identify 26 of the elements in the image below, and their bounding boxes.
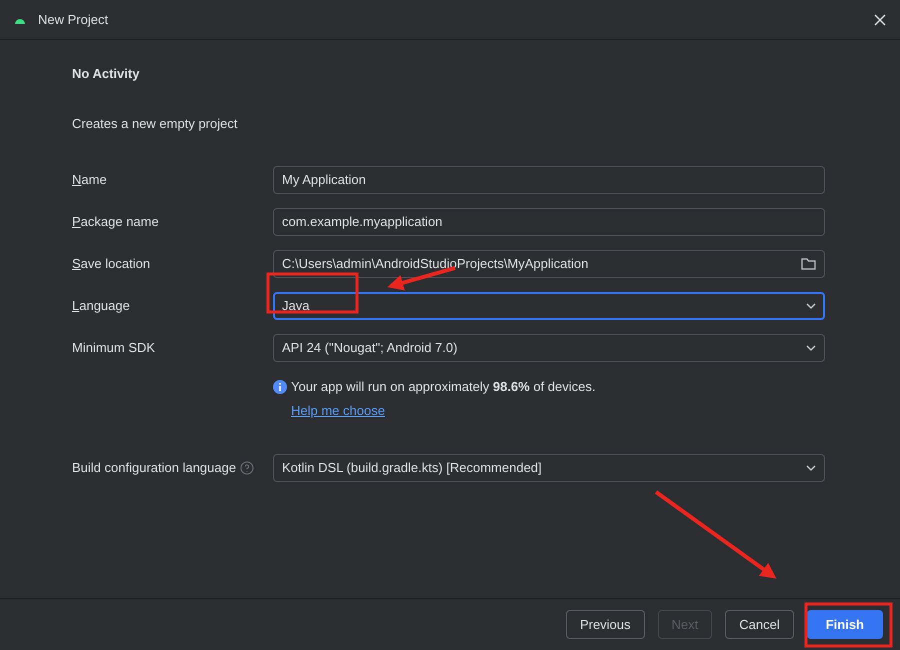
path-field[interactable]: C:\Users\admin\AndroidStudioProjects\MyApplication <box>273 250 825 278</box>
dialog-button[interactable]: Previous <box>566 610 645 639</box>
folder-icon <box>801 258 816 270</box>
text-field[interactable]: My Application <box>273 166 825 194</box>
close-button[interactable] <box>872 12 888 28</box>
dialog-button[interactable]: Finish <box>806 610 883 639</box>
chevron-down-icon <box>806 465 816 471</box>
info-icon <box>273 380 287 394</box>
field-label: Save location <box>72 255 150 274</box>
template-description: Creates a new empty project <box>72 114 238 133</box>
text-field[interactable]: com.example.myapplication <box>273 208 825 236</box>
info-text: Your app will run on approximately 98.6% of devices. <box>291 378 596 396</box>
field-label: Package name <box>72 213 159 232</box>
field-label: Build configuration language <box>72 459 236 478</box>
dropdown[interactable]: Java <box>273 292 825 320</box>
chevron-down-icon <box>806 345 816 351</box>
dialog-button[interactable]: Cancel <box>725 610 794 639</box>
template-title: No Activity <box>72 65 140 83</box>
field-label: Minimum SDK <box>72 339 156 358</box>
field-label: Language <box>72 297 130 316</box>
dropdown[interactable]: Kotlin DSL (build.gradle.kts) [Recommended] <box>273 454 825 482</box>
field-label: Name <box>72 171 107 190</box>
dropdown[interactable]: API 24 ("Nougat"; Android 7.0) <box>273 334 825 362</box>
chevron-down-icon <box>806 303 816 309</box>
window-title: New Project <box>38 10 110 29</box>
help-link[interactable]: Help me choose <box>291 400 385 420</box>
